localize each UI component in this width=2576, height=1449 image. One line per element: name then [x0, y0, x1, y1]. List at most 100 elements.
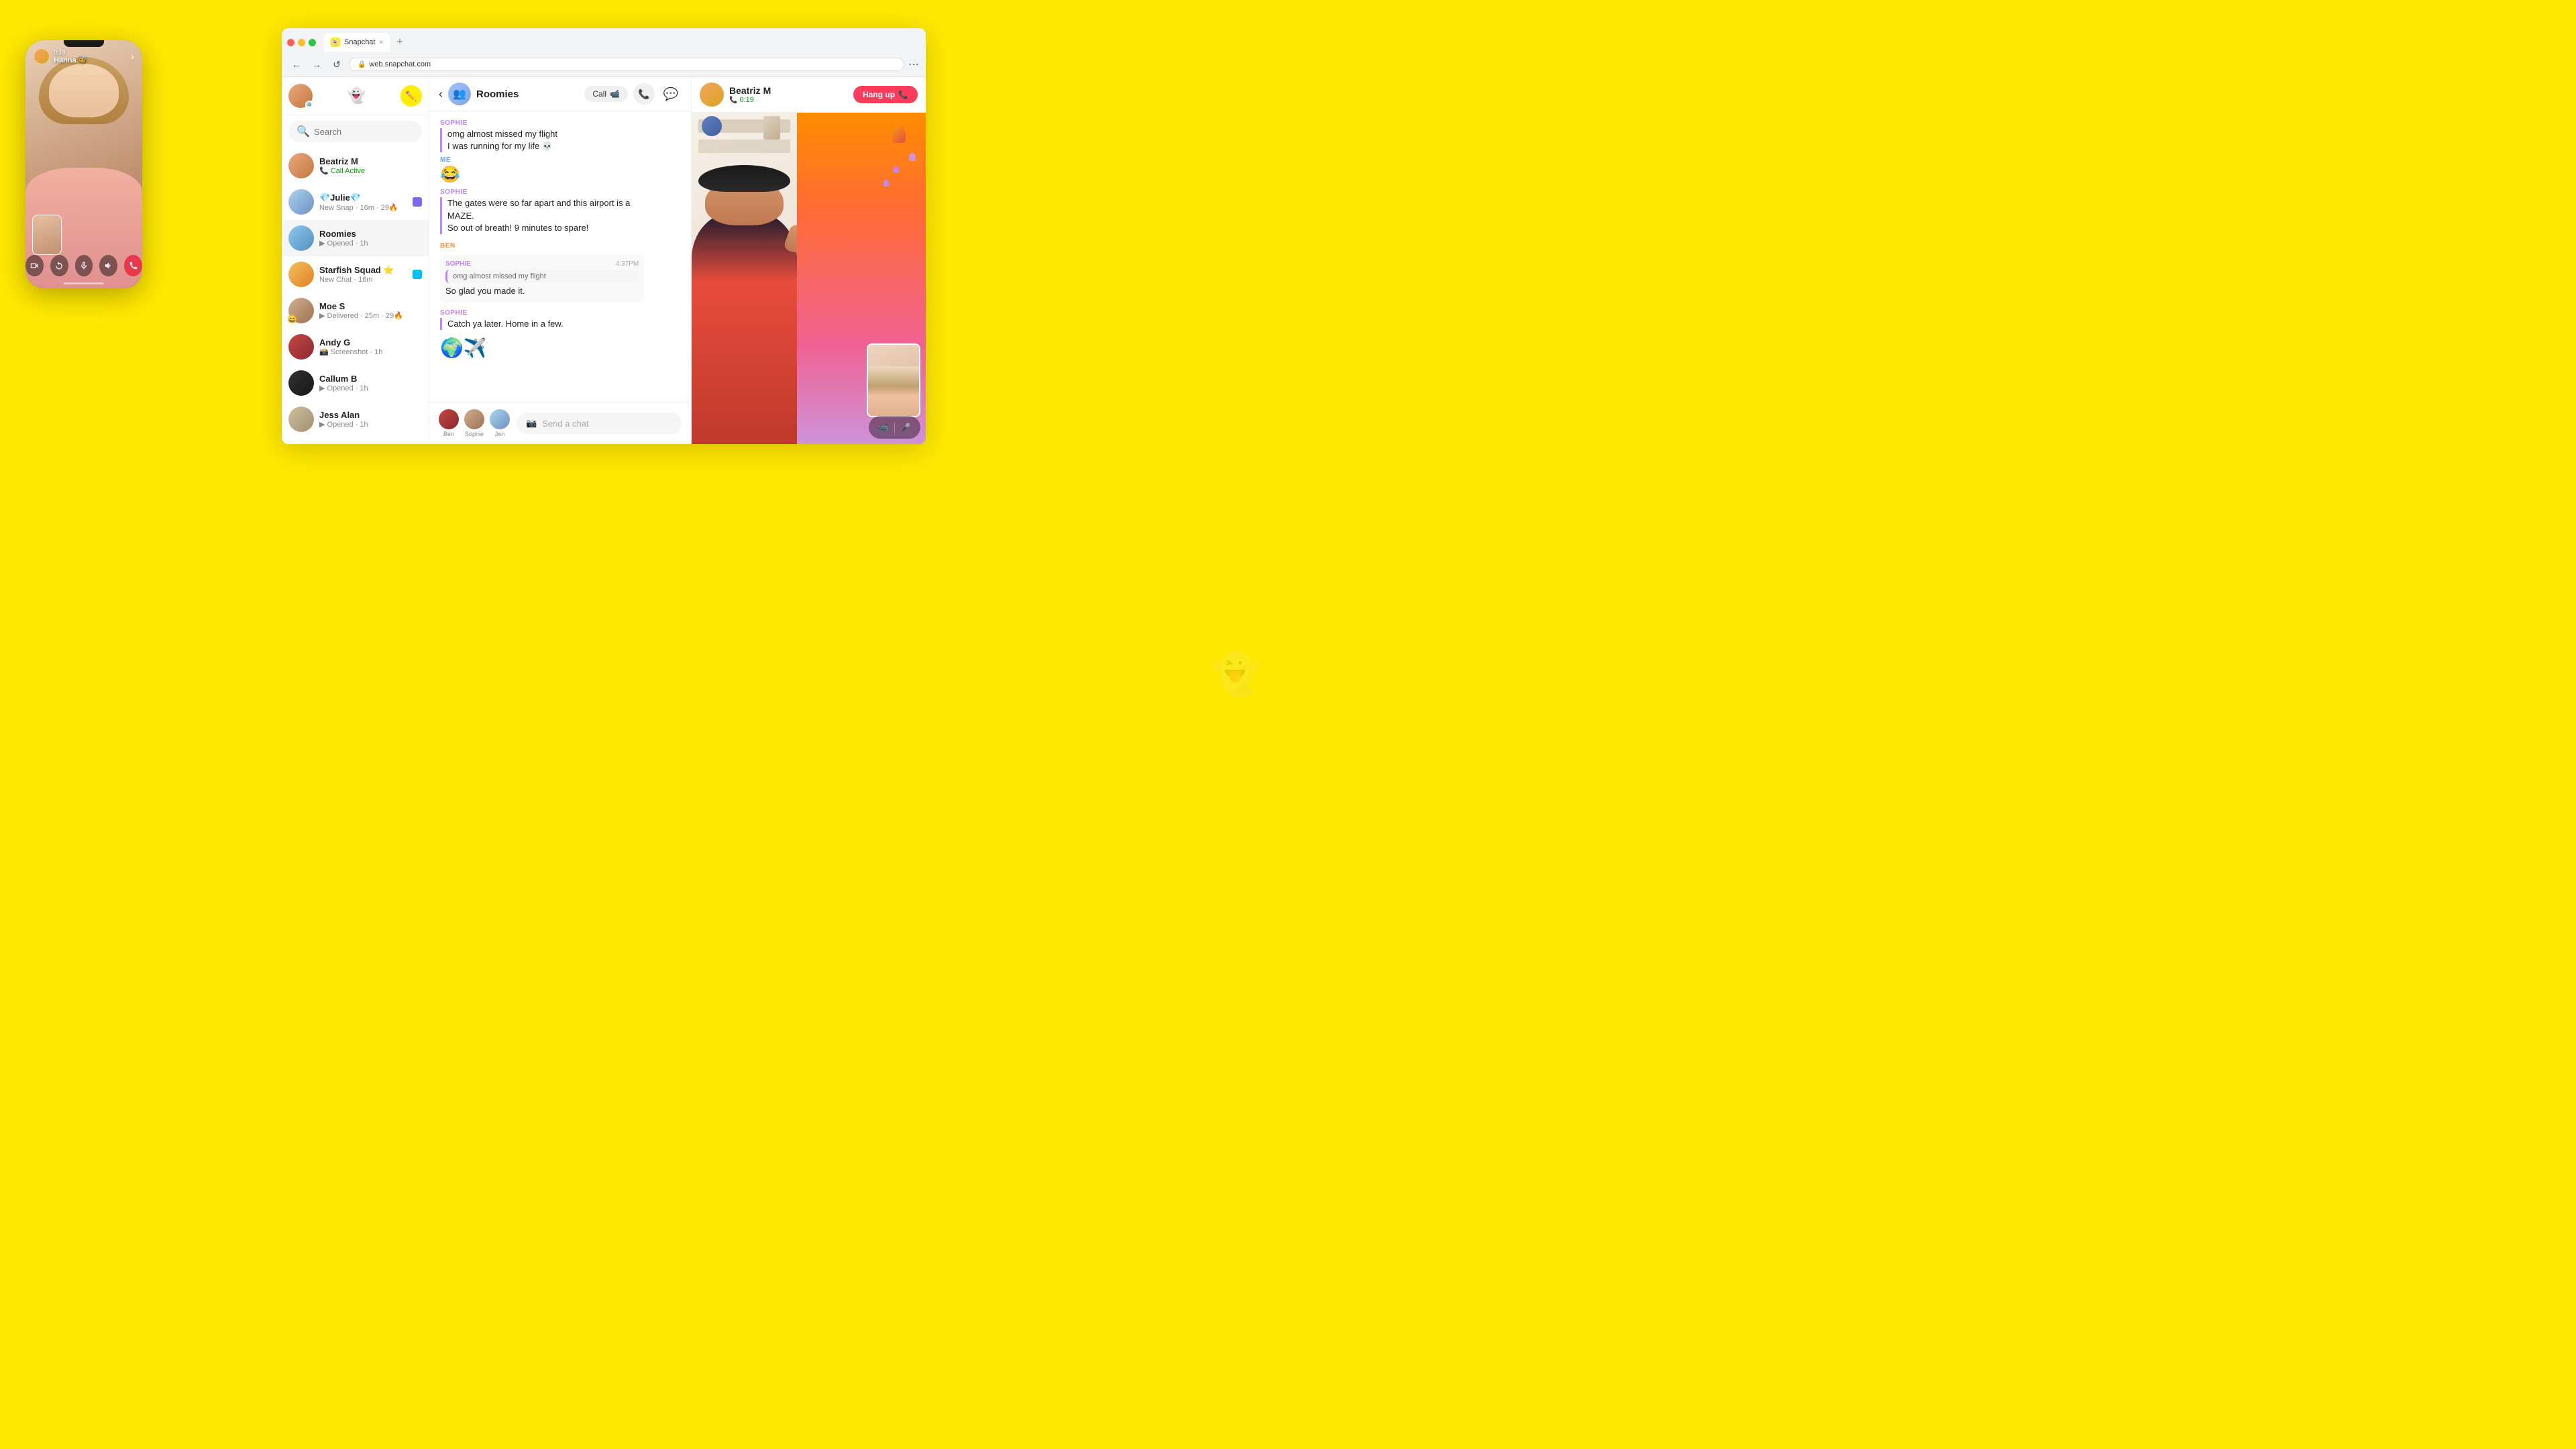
contact-status-julie: New Snap · 16m · 29🔥	[319, 203, 407, 212]
chat-messages: SOPHIE omg almost missed my flightI was …	[429, 111, 691, 402]
contact-item-julie[interactable]: 💎Julie💎 New Snap · 16m · 29🔥	[282, 184, 429, 220]
contact-item-roomies[interactable]: Roomies ▶ Opened · 1h	[282, 220, 429, 256]
sender-label-sophie-2: SOPHIE	[440, 189, 680, 196]
video-person-face	[705, 178, 784, 225]
message-sophie-1: SOPHIE omg almost missed my flightI was …	[440, 119, 680, 152]
chat-group-avatar: 👥	[448, 83, 471, 105]
snapchat-tab-icon: 👻	[331, 38, 340, 47]
sidebar-user-avatar[interactable]: ⚙️	[288, 84, 313, 108]
chat-typing-bar: Ben Sophie Jen 📷 Send a chat	[429, 402, 691, 444]
phone-end-call-btn[interactable]	[124, 255, 142, 276]
typing-avatar-img-jen	[490, 409, 510, 429]
chat-header: ‹ 👥 Roomies Call 📹 📞 💬	[429, 77, 691, 111]
browser-refresh-btn[interactable]: ↺	[329, 56, 345, 72]
video-caller-info: Beatriz M 0:19	[729, 85, 848, 104]
browser-tab-title: Snapchat	[344, 38, 375, 46]
quoted-sender: SOPHIE	[445, 260, 471, 268]
typing-avatar-sophie: Sophie	[464, 409, 484, 437]
shelf-clock	[702, 116, 722, 136]
video-camera-ctrl[interactable]: 📹	[875, 419, 892, 435]
phone-camera-btn[interactable]	[25, 255, 44, 276]
phone-pip-view	[32, 215, 62, 255]
sender-label-sophie-3: SOPHIE	[440, 309, 680, 317]
contact-badge-starfish	[413, 270, 422, 279]
contact-item-jess[interactable]: Jess Alan ▶ Opened · 1h	[282, 401, 429, 437]
contact-info-andy: Andy G 📸 Screenshot · 1h	[319, 337, 422, 356]
contact-item-beatriz[interactable]: Beatriz M 📞 Call Active	[282, 148, 429, 184]
chat-phone-btn[interactable]: 📞	[633, 83, 655, 105]
browser-tab-close-btn[interactable]: ×	[379, 39, 383, 46]
browser-new-tab-btn[interactable]: +	[392, 36, 407, 48]
message-bubble-sophie-1: omg almost missed my flightI was running…	[440, 128, 644, 152]
contact-avatar-roomies	[288, 225, 314, 251]
contact-item-callum[interactable]: Callum B ▶ Opened · 1h	[282, 365, 429, 401]
browser-window-controls	[287, 39, 316, 46]
shelf-2	[698, 140, 790, 153]
phone-caller-avatar	[34, 48, 50, 64]
browser-chrome: 👻 Snapchat × + ← → ↺ 🔒 web.snapchat.com …	[282, 28, 926, 77]
search-input[interactable]	[314, 127, 432, 137]
message-text-sophie-2: The gates were so far apart and this air…	[440, 197, 644, 234]
phone-call-timer: 0:19	[54, 49, 87, 56]
contact-name-jess: Jess Alan	[319, 410, 422, 420]
browser-forward-btn[interactable]: →	[309, 56, 325, 72]
hang-up-btn[interactable]: Hang up 📞	[853, 86, 918, 103]
browser-window: 👻 Snapchat × + ← → ↺ 🔒 web.snapchat.com …	[282, 28, 926, 444]
contact-status-beatriz: 📞 Call Active	[319, 166, 422, 175]
balloon-2	[894, 166, 899, 173]
chat-input-bar[interactable]: 📷 Send a chat	[517, 413, 682, 434]
browser-active-tab[interactable]: 👻 Snapchat ×	[324, 33, 390, 52]
phone-rotate-btn[interactable]	[50, 255, 68, 276]
typing-avatar-ben: Ben	[439, 409, 459, 437]
message-sophie-3: SOPHIE Catch ya later. Home in a few.	[440, 309, 680, 330]
phone-notch	[64, 40, 104, 47]
contact-avatar-jess	[288, 407, 314, 432]
call-video-icon: 📹	[610, 89, 620, 99]
phone-speaker-btn[interactable]	[99, 255, 117, 276]
chat-call-btn[interactable]: Call 📹	[584, 86, 628, 102]
contact-info-roomies: Roomies ▶ Opened · 1h	[319, 229, 422, 248]
chat-input-placeholder: Send a chat	[542, 419, 588, 429]
browser-back-btn[interactable]: ←	[288, 56, 305, 72]
browser-url-bar[interactable]: 🔒 web.snapchat.com	[349, 58, 904, 71]
quoted-time: 4:37PM	[616, 260, 639, 268]
chat-title: Roomies	[476, 89, 579, 100]
phone-chevron-icon[interactable]: ›	[131, 51, 134, 62]
contact-name-roomies: Roomies	[319, 229, 422, 239]
browser-more-btn[interactable]: ⋯	[908, 58, 919, 71]
contact-info-jess: Jess Alan ▶ Opened · 1h	[319, 410, 422, 429]
contact-name-beatriz: Beatriz M	[319, 156, 422, 166]
sidebar-top-bar: ⚙️ 👻 ✏️	[282, 77, 429, 115]
message-content-sophie-3: Catch ya later. Home in a few.	[447, 319, 564, 329]
contact-item-starfish[interactable]: Starfish Squad ⭐ New Chat · 16m	[282, 256, 429, 292]
contact-item-andy[interactable]: Andy G 📸 Screenshot · 1h	[282, 329, 429, 365]
video-caller-name: Beatriz M	[729, 85, 848, 96]
typing-avatar-jen: Jen	[490, 409, 510, 437]
message-ben-reply: SOPHIE 4:37PM omg almost missed my fligh…	[440, 255, 644, 303]
sidebar-search-bar[interactable]: 🔍	[288, 121, 422, 142]
snapchat-ghost-icon[interactable]: 👻	[347, 87, 366, 105]
contact-item-moe[interactable]: 😄 Moe S ▶ Delivered · 25m · 29🔥	[282, 292, 429, 329]
contact-info-callum: Callum B ▶ Opened · 1h	[319, 374, 422, 392]
sidebar: ⚙️ 👻 ✏️ 🔍 Beatriz M 📞 Call Activ	[282, 77, 429, 444]
browser-close-dot[interactable]	[287, 39, 294, 46]
ben-reply-text: So glad you made it.	[445, 285, 639, 297]
browser-maximize-dot[interactable]	[309, 39, 316, 46]
browser-minimize-dot[interactable]	[298, 39, 305, 46]
phone-home-bar	[64, 282, 104, 284]
chat-comment-btn[interactable]: 💬	[660, 83, 682, 105]
phone-controls	[25, 255, 142, 276]
typing-name-sophie: Sophie	[465, 431, 484, 437]
phone-mute-btn[interactable]	[75, 255, 93, 276]
contact-status-moe: ▶ Delivered · 25m · 29🔥	[319, 311, 422, 320]
sidebar-compose-btn[interactable]: ✏️	[400, 85, 422, 107]
contact-badge-julie	[413, 197, 422, 207]
chat-back-btn[interactable]: ‹	[439, 87, 443, 101]
video-controls-bar: 📹 🎤	[869, 416, 920, 439]
contact-status-jess: ▶ Opened · 1h	[319, 420, 422, 429]
phone-caller-name: Hanna 🐝	[54, 56, 87, 64]
contact-avatar-andy	[288, 334, 314, 360]
video-mic-ctrl[interactable]: 🎤	[898, 419, 914, 435]
video-call-header: Beatriz M 0:19 Hang up 📞	[692, 77, 926, 113]
contact-status-starfish: New Chat · 16m	[319, 276, 407, 284]
